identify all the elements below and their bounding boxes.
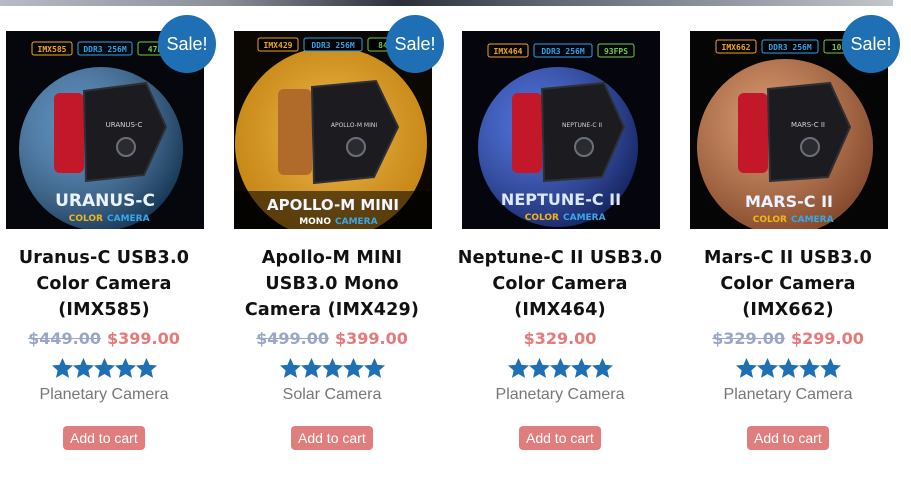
star-icon — [549, 358, 571, 378]
image-subtitle-first: COLOR — [525, 213, 559, 223]
star-icon — [756, 358, 778, 378]
spec-memory: DDR3 256M — [768, 43, 812, 52]
image-subtitle-second: CAMERA — [107, 214, 150, 224]
original-price: $449.00 — [28, 329, 101, 348]
spec-sensor: IMX585 — [38, 45, 67, 54]
sale-price: $399.00 — [335, 329, 408, 348]
star-rating — [0, 358, 214, 379]
add-to-cart-button[interactable]: Add to cart — [519, 426, 601, 450]
star-icon — [114, 358, 136, 378]
star-icon — [363, 358, 385, 378]
sale-badge: Sale! — [842, 15, 900, 73]
camera-body-label: APOLLO-M MINI — [331, 122, 377, 129]
star-icon — [819, 358, 841, 378]
product-card: URANUS-C IMX585 DDR3 256M 47F URANUS-C C… — [6, 0, 226, 479]
image-subtitle-second: CAMERA — [791, 215, 834, 225]
product-title-line[interactable]: (IMX464) — [450, 297, 670, 323]
image-subtitle-first: COLOR — [753, 215, 787, 225]
add-to-cart-button[interactable]: Add to cart — [291, 426, 373, 450]
add-to-cart-button[interactable]: Add to cart — [747, 426, 829, 450]
image-brand-name: URANUS-C — [55, 191, 155, 211]
star-icon — [735, 358, 757, 378]
camera-body-label: NEPTUNE-C II — [562, 122, 602, 129]
product-title-line[interactable]: Color Camera — [450, 271, 670, 297]
spec-fps: 93FPS — [604, 47, 628, 56]
product-category: Planetary Camera — [723, 386, 853, 403]
product-image[interactable]: NEPTUNE-C II IMX464 DDR3 256M 93FPS NEPT… — [462, 31, 660, 229]
image-brand-name: NEPTUNE-C II — [501, 190, 621, 209]
product-title-line[interactable]: Mars-C II USB3.0 — [678, 245, 898, 271]
product-title-line[interactable]: USB3.0 Mono — [222, 271, 442, 297]
image-subtitle-second: CAMERA — [563, 213, 606, 223]
product-title-line[interactable]: Uranus-C USB3.0 — [0, 245, 214, 271]
star-icon — [279, 358, 301, 378]
price-block: $449.00 $399.00 — [0, 327, 214, 351]
product-card: NEPTUNE-C II IMX464 DDR3 256M 93FPS NEPT… — [458, 0, 682, 479]
product-title-line[interactable]: (IMX585) — [0, 297, 214, 323]
star-icon — [321, 358, 343, 378]
product-card: APOLLO-M MINI IMX429 DDR3 256M 84 APOLLO… — [234, 0, 454, 479]
sale-price: $329.00 — [523, 329, 597, 348]
original-price: $499.00 — [256, 329, 329, 348]
spec-sensor: IMX464 — [494, 47, 523, 56]
star-icon — [507, 358, 529, 378]
star-icon — [72, 358, 94, 378]
star-icon — [777, 358, 799, 378]
product-title[interactable]: Mars-C II USB3.0 Color Camera (IMX662) — [678, 245, 898, 323]
product-grid: URANUS-C IMX585 DDR3 256M 47F URANUS-C C… — [0, 0, 911, 479]
spec-sensor: IMX662 — [722, 43, 751, 52]
price-block: $329.00 $299.00 — [678, 327, 898, 351]
sale-price: $299.00 — [791, 329, 864, 348]
product-category: Solar Camera — [282, 386, 382, 403]
spec-memory: DDR3 256M — [83, 45, 127, 54]
camera-body-label: MARS-C II — [791, 121, 825, 129]
price-block: $499.00 $399.00 — [222, 327, 442, 351]
product-category: Planetary Camera — [39, 386, 169, 403]
product-category: Planetary Camera — [495, 386, 625, 403]
sale-price: $399.00 — [107, 329, 180, 348]
sale-badge: Sale! — [158, 15, 216, 73]
spec-sensor: IMX429 — [264, 41, 293, 50]
price-block: $329.00 — [450, 327, 670, 351]
star-icon — [93, 358, 115, 378]
product-title[interactable]: Uranus-C USB3.0 Color Camera (IMX585) — [0, 245, 214, 323]
image-subtitle-second: CAMERA — [335, 217, 378, 227]
image-subtitle-first: COLOR — [69, 214, 103, 224]
product-title-line[interactable]: (IMX662) — [678, 297, 898, 323]
star-icon — [135, 358, 157, 378]
star-rating — [222, 358, 442, 379]
product-title[interactable]: Neptune-C II USB3.0 Color Camera (IMX464… — [450, 245, 670, 323]
product-title-line[interactable]: Apollo-M MINI — [222, 245, 442, 271]
image-brand-name: MARS-C II — [745, 192, 833, 211]
star-icon — [798, 358, 820, 378]
product-title[interactable]: Apollo-M MINI USB3.0 Mono Camera (IMX429… — [222, 245, 442, 323]
add-to-cart-button[interactable]: Add to cart — [63, 426, 145, 450]
camera-image: NEPTUNE-C II IMX464 DDR3 256M 93FPS NEPT… — [462, 31, 660, 229]
product-title-line[interactable]: Color Camera — [678, 271, 898, 297]
spec-memory: DDR3 256M — [541, 47, 585, 56]
image-subtitle-first: MONO — [299, 217, 331, 227]
camera-body-label: URANUS-C — [106, 121, 143, 129]
original-price: $329.00 — [712, 329, 785, 348]
product-title-line[interactable]: Neptune-C II USB3.0 — [450, 245, 670, 271]
star-rating — [450, 358, 670, 379]
product-title-line[interactable]: Color Camera — [0, 271, 214, 297]
sale-badge: Sale! — [386, 15, 444, 73]
star-icon — [528, 358, 550, 378]
product-card: MARS-C II IMX662 DDR3 256M 108 MARS-C II… — [690, 0, 910, 479]
product-title-line[interactable]: Camera (IMX429) — [222, 297, 442, 323]
image-brand-name: APOLLO-M MINI — [267, 196, 399, 214]
star-icon — [342, 358, 364, 378]
star-rating — [678, 358, 898, 379]
star-icon — [51, 358, 73, 378]
star-icon — [300, 358, 322, 378]
star-icon — [591, 358, 613, 378]
spec-memory: DDR3 256M — [311, 41, 355, 50]
star-icon — [570, 358, 592, 378]
